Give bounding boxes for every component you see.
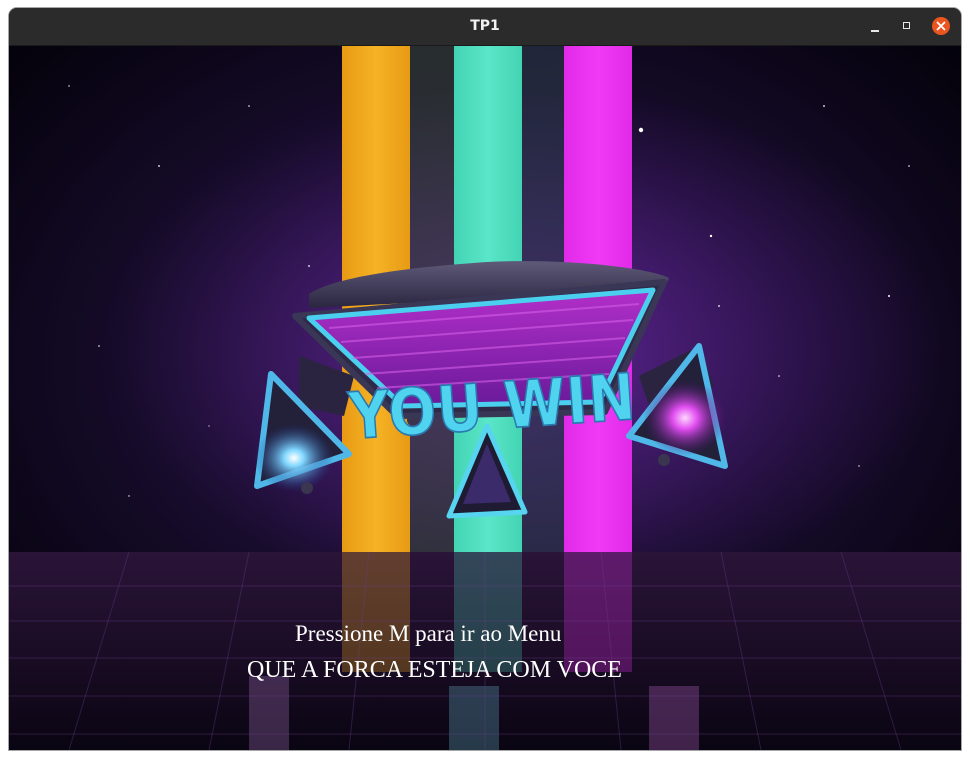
game-scene: YOU WIN Pressione M para ir ao Menu QUE … [9, 46, 961, 750]
menu-prompt: Pressione M para ir ao Menu [295, 621, 562, 646]
window-title: TP1 [470, 18, 500, 34]
maximize-icon [903, 22, 910, 29]
close-icon [936, 21, 946, 31]
minimize-button[interactable] [865, 17, 885, 37]
maximize-button[interactable] [898, 17, 918, 37]
game-window: TP1 YOU WIN Pressione M para ir ao Menu … [9, 8, 961, 750]
you-win-banner: YOU WIN [292, 261, 669, 456]
close-button[interactable] [932, 17, 950, 35]
minimize-icon [871, 30, 879, 32]
title-bar[interactable]: TP1 [9, 8, 961, 46]
tagline: QUE A FORCA ESTEJA COM VOCE [247, 657, 622, 683]
